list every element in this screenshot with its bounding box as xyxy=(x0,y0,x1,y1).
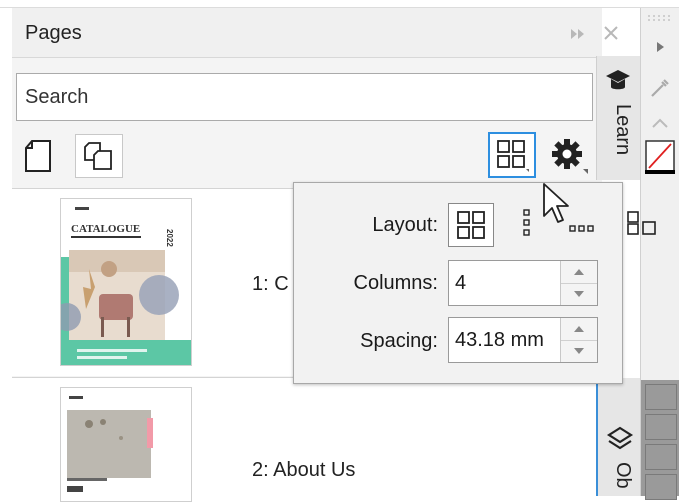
mouse-cursor-icon xyxy=(542,182,572,226)
chevron-up-icon xyxy=(574,269,584,275)
color-swatch[interactable] xyxy=(645,474,677,500)
top-strip xyxy=(0,0,679,8)
layout-view-icon xyxy=(497,140,529,172)
columns-increment-button[interactable] xyxy=(561,261,597,284)
objects-tab-label: Ob xyxy=(612,462,634,489)
grid-layout-option[interactable] xyxy=(448,203,494,247)
new-page-icon xyxy=(25,140,51,172)
layers-icon xyxy=(606,426,634,450)
layout-label: Layout: xyxy=(372,214,438,236)
color-palette-strip xyxy=(641,380,679,500)
new-page-button[interactable] xyxy=(22,138,54,174)
grid-layout-icon xyxy=(457,211,485,239)
page-label-2: 2: About Us xyxy=(252,459,356,481)
columns-input[interactable] xyxy=(449,261,561,305)
expand-arrows-icon[interactable] xyxy=(567,23,589,45)
columns-spinbox[interactable] xyxy=(448,260,598,306)
learn-tab-label: Learn xyxy=(612,104,634,156)
spacing-label: Spacing: xyxy=(360,330,438,352)
pages-docker-header xyxy=(12,8,602,58)
layout-view-button[interactable] xyxy=(488,132,536,178)
spacing-increment-button[interactable] xyxy=(561,318,597,341)
thumbnail-heading: CATALOGUE xyxy=(71,223,140,235)
chevron-down-icon xyxy=(574,291,584,297)
color-swatch[interactable] xyxy=(645,444,677,470)
eyedropper-icon[interactable] xyxy=(648,76,672,100)
spacing-input[interactable] xyxy=(449,318,561,362)
close-icon[interactable] xyxy=(600,22,622,44)
graduation-cap-icon xyxy=(606,70,630,90)
chevron-up-icon xyxy=(574,326,584,332)
grip-icon xyxy=(648,15,670,21)
horizontal-layout-icon xyxy=(627,211,656,235)
page-label-1: 1: C xyxy=(252,273,289,295)
chevron-up-icon[interactable] xyxy=(650,116,670,130)
chevron-down-icon xyxy=(574,348,584,354)
horizontal-layout-option[interactable] xyxy=(624,208,664,238)
duplicate-page-button[interactable] xyxy=(75,134,123,178)
spacing-spinbox[interactable] xyxy=(448,317,598,363)
page-thumbnail-1[interactable]: CATALOGUE 2022 xyxy=(60,198,192,366)
settings-button[interactable] xyxy=(545,132,593,178)
duplicate-page-icon xyxy=(84,142,112,170)
settings-gear-icon xyxy=(552,139,588,174)
columns-label: Columns: xyxy=(353,272,438,294)
no-color-swatch[interactable] xyxy=(645,140,675,174)
spacing-decrement-button[interactable] xyxy=(561,340,597,362)
color-swatch[interactable] xyxy=(645,384,677,410)
thumbnail-year: 2022 xyxy=(165,229,174,247)
docker-title: Pages xyxy=(25,22,82,44)
expand-right-icon[interactable] xyxy=(653,40,667,54)
search-input[interactable] xyxy=(16,73,593,121)
columns-decrement-button[interactable] xyxy=(561,283,597,305)
color-swatch[interactable] xyxy=(645,414,677,440)
page-thumbnail-2[interactable] xyxy=(60,387,192,502)
